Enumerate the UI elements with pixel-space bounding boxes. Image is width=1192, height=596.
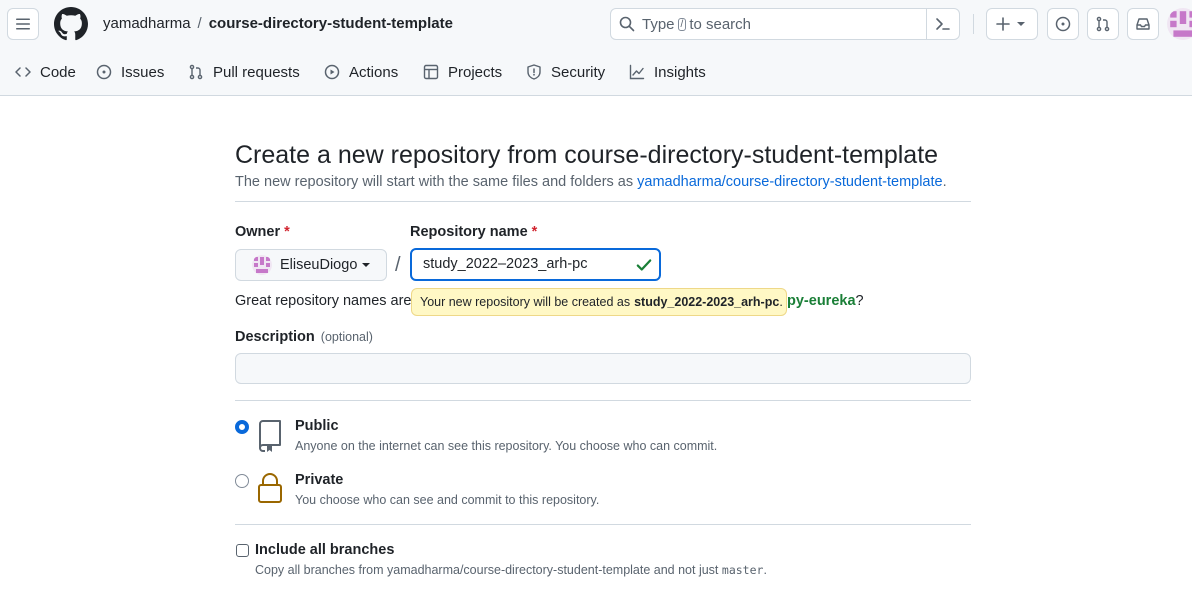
- public-radio[interactable]: [235, 420, 249, 434]
- tab-insights-label: Insights: [654, 63, 706, 81]
- hamburger-icon: [16, 18, 30, 30]
- tab-security[interactable]: Security: [526, 56, 605, 88]
- repo-name-label: Repository name *: [410, 224, 537, 240]
- required-mark: *: [284, 224, 290, 240]
- owner-avatar: [252, 255, 272, 275]
- shield-icon: [527, 64, 541, 80]
- breadcrumb-repo-link[interactable]: course-directory-student-template: [209, 15, 453, 32]
- code-icon: [15, 67, 31, 77]
- page-title: Create a new repository from course-dire…: [235, 141, 939, 169]
- page-subtitle: The new repository will start with the s…: [235, 174, 947, 190]
- repo-name-label-text: Repository name: [410, 224, 528, 240]
- github-logo-icon[interactable]: [54, 7, 88, 41]
- divider: [235, 400, 971, 401]
- tab-security-label: Security: [551, 63, 606, 81]
- private-description: You choose who can see and commit to thi…: [295, 493, 600, 507]
- play-icon: [324, 64, 340, 80]
- terminal-icon: [936, 18, 950, 30]
- owner-repo-separator: /: [395, 254, 401, 276]
- repo-name-input[interactable]: study_2022–2023_arh-pc: [410, 248, 661, 281]
- optional-hint: (optional): [320, 330, 373, 344]
- tab-code[interactable]: Code: [15, 56, 76, 88]
- branches-desc-suffix: .: [763, 563, 767, 577]
- name-suggestion: py-eureka?: [787, 293, 864, 309]
- search-placeholder-prefix: Type: [642, 16, 675, 33]
- include-all-branches-checkbox[interactable]: [236, 544, 249, 557]
- tooltip-repo-name: study_2022-2023_arh-pc: [634, 295, 780, 309]
- public-title: Public: [295, 418, 339, 434]
- inbox-icon: [1136, 18, 1150, 30]
- create-new-button[interactable]: [986, 8, 1038, 40]
- template-repo-link[interactable]: yamadharma/course-directory-student-temp…: [637, 174, 942, 190]
- inbox-button[interactable]: [1127, 8, 1159, 40]
- description-label-text: Description: [235, 329, 315, 345]
- divider: [235, 201, 971, 202]
- owner-label-text: Owner: [235, 224, 281, 240]
- tab-issues-label: Issues: [121, 63, 165, 81]
- caret-down-icon: [362, 263, 371, 267]
- check-icon: [636, 259, 652, 271]
- breadcrumb-owner-link[interactable]: yamadharma: [103, 15, 191, 32]
- graph-icon: [629, 64, 645, 80]
- issue-opened-icon: [96, 64, 112, 80]
- user-avatar[interactable]: [1167, 8, 1192, 40]
- issues-button[interactable]: [1047, 8, 1079, 40]
- description-input[interactable]: [235, 353, 971, 384]
- pull-requests-button[interactable]: [1087, 8, 1119, 40]
- triangle-down-icon: [1017, 22, 1025, 26]
- private-title: Private: [295, 472, 344, 488]
- git-pull-request-icon: [1096, 16, 1110, 32]
- tab-issues[interactable]: Issues: [96, 56, 164, 88]
- divider: [235, 524, 971, 525]
- tab-insights[interactable]: Insights: [629, 56, 706, 88]
- tab-actions[interactable]: Actions: [324, 56, 398, 88]
- app-header: yamadharma / course-directory-student-temp…: [0, 0, 1192, 96]
- suggestion-suffix: ?: [855, 293, 864, 309]
- breadcrumb: yamadharma / course-directory-student-temp…: [103, 14, 453, 34]
- tab-projects-label: Projects: [448, 63, 503, 81]
- branches-desc-text: Copy all branches from yamadharma/course…: [255, 563, 719, 577]
- default-branch-name: master: [721, 563, 764, 577]
- tab-pull-requests-label: Pull requests: [213, 63, 300, 81]
- description-label: Description (optional): [235, 329, 373, 345]
- owner-select[interactable]: EliseuDiogo: [235, 249, 387, 281]
- breadcrumb-separator: /: [197, 15, 202, 32]
- search-shortcut-key: /: [677, 18, 687, 31]
- search-placeholder-suffix: to search: [689, 16, 752, 33]
- suggested-name-button[interactable]: py-eureka: [787, 293, 856, 309]
- private-radio[interactable]: [235, 474, 249, 488]
- search-icon: [619, 16, 635, 32]
- tab-pull-requests[interactable]: Pull requests: [188, 56, 300, 88]
- identicon-icon: [252, 255, 272, 275]
- subtitle-suffix: .: [942, 174, 947, 190]
- plus-icon: [996, 17, 1010, 31]
- table-icon: [423, 64, 439, 80]
- owner-label: Owner *: [235, 224, 290, 240]
- menu-button[interactable]: [7, 8, 39, 40]
- search-input[interactable]: Type / to search: [610, 8, 960, 40]
- required-mark: *: [531, 224, 538, 240]
- name-hint-text: Great repository names are: [235, 293, 412, 309]
- tab-projects[interactable]: Projects: [423, 56, 502, 88]
- search-placeholder: Type / to search: [642, 16, 751, 33]
- lock-icon: [258, 473, 282, 503]
- owner-name: EliseuDiogo: [280, 257, 358, 273]
- command-palette-button[interactable]: [926, 8, 959, 40]
- tooltip-suffix: .: [779, 295, 783, 309]
- issue-opened-icon: [1055, 16, 1071, 32]
- identicon-icon: [1167, 8, 1192, 40]
- tab-actions-label: Actions: [349, 63, 399, 81]
- repo-name-tooltip: Your new repository will be created as st…: [411, 288, 787, 316]
- include-all-branches-description: Copy all branches from yamadharma/course…: [255, 563, 767, 577]
- include-all-branches-label[interactable]: Include all branches: [255, 542, 394, 558]
- repo-icon: [259, 420, 281, 452]
- public-description: Anyone on the internet can see this repo…: [295, 439, 718, 453]
- repo-name-value: study_2022–2023_arh-pc: [423, 256, 588, 272]
- tab-code-label: Code: [40, 63, 76, 81]
- subtitle-text: The new repository will start with the s…: [235, 174, 634, 190]
- git-pull-request-icon: [189, 64, 203, 80]
- tooltip-text: Your new repository will be created as: [420, 295, 631, 309]
- header-divider: [973, 14, 974, 34]
